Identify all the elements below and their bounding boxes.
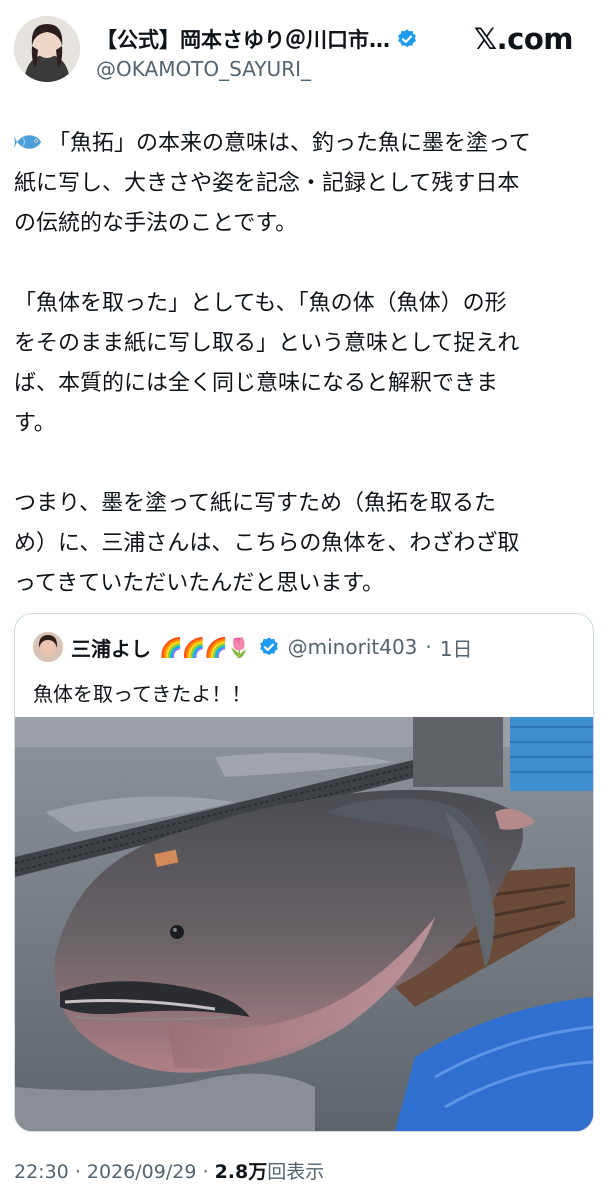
post-time[interactable]: 22:30 [14, 1161, 69, 1183]
post-line: ってきていただいたんだと思います。 [14, 571, 385, 596]
quoted-post-time[interactable]: 1日 [440, 633, 473, 662]
post-line: つまり、墨を塗って紙に写すため（魚拓を取るた [14, 491, 497, 516]
post-header: 【公式】岡本さゆり＠川口市… @OKAMOTO_SAYURI_ 𝕏.com [0, 0, 607, 100]
post-date[interactable]: 2026/09/29 [87, 1161, 197, 1183]
author-display-name[interactable]: 【公式】岡本さゆり＠川口市… [96, 24, 390, 54]
post-line: め）に、三浦さんは、こちらの魚体を、わざわざ取 [14, 531, 520, 556]
post-line: ば、本質的には全く同じ意味になると解釈できま [14, 371, 499, 396]
post-line: 「魚体を取った」としても、「魚の体（魚体）の形 [14, 291, 507, 316]
verified-badge-icon [398, 29, 416, 48]
quoted-author-emojis: 🌈🌈🌈🌷 [159, 636, 251, 659]
x-logo[interactable]: 𝕏.com [474, 22, 574, 56]
post-text: 「魚拓」の本来の意味は、釣った魚に墨を塗って 紙に写し、大きさや姿を記念・記録と… [14, 124, 594, 604]
quoted-post[interactable]: 三浦よし 🌈🌈🌈🌷 @minorit403 · 1日 魚体を取ってきたよ！！ [14, 613, 594, 1132]
author-avatar[interactable] [14, 16, 80, 82]
megamouth-shark-photo[interactable] [15, 717, 593, 1131]
view-count-label: 回表示 [267, 1161, 325, 1183]
post-line: す。 [14, 411, 56, 436]
fish-icon [14, 135, 41, 149]
post-meta: 22:30 · 2026/09/29 · 2.8万回表示 [14, 1157, 324, 1184]
post-line-text: 「魚拓」の本来の意味は、釣った魚に墨を塗って [48, 131, 531, 156]
meta-separator: · [202, 1161, 215, 1183]
meta-separator: · [74, 1161, 87, 1183]
quoted-author-avatar-image [33, 632, 63, 662]
quoted-author-handle[interactable]: @minorit403 [288, 635, 418, 659]
quoted-separator: · [425, 635, 432, 659]
verified-badge-icon [259, 637, 278, 656]
post-line: をそのまま紙に写し取る」という意味として捉えれ [14, 331, 520, 356]
post-line: の伝統的な手法のことです。 [14, 211, 298, 236]
post-line: 「魚拓」の本来の意味は、釣った魚に墨を塗って [14, 124, 594, 164]
author-avatar-image [14, 16, 80, 82]
quoted-post-header: 三浦よし 🌈🌈🌈🌷 @minorit403 · 1日 [33, 632, 472, 662]
view-count: 2.8万 [214, 1161, 268, 1183]
quoted-author-avatar[interactable] [33, 632, 63, 662]
author-handle[interactable]: @OKAMOTO_SAYURI_ [96, 57, 311, 81]
post-line: 紙に写し、大きさや姿を記念・記録として残す日本 [14, 171, 520, 196]
quoted-post-text: 魚体を取ってきたよ！！ [33, 682, 252, 706]
quoted-author-name[interactable]: 三浦よし [71, 633, 151, 662]
